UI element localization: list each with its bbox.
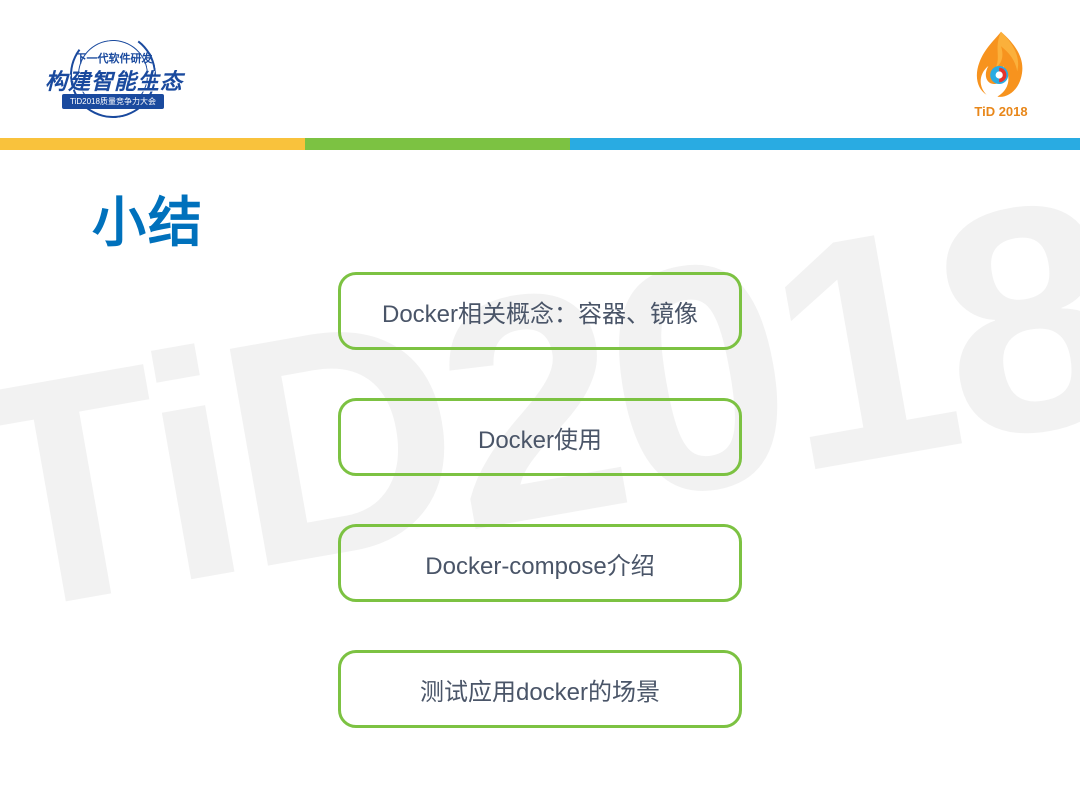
summary-item: Docker使用 — [338, 398, 742, 476]
divider-seg-blue — [570, 138, 1080, 150]
divider-seg-yellow — [0, 138, 305, 150]
flame-icon — [973, 30, 1029, 102]
summary-item: Docker-compose介绍 — [338, 524, 742, 602]
event-logo-left: 下一代软件研发 构建智能生态 TiD2018质量竞争力大会 — [34, 32, 194, 120]
divider-seg-green — [305, 138, 570, 150]
slide-header: 下一代软件研发 构建智能生态 TiD2018质量竞争力大会 TiD 2018 — [0, 0, 1080, 140]
summary-item: 测试应用docker的场景 — [338, 650, 742, 728]
header-divider — [0, 138, 1080, 150]
summary-list: Docker相关概念：容器、镜像 Docker使用 Docker-compose… — [338, 272, 742, 728]
event-logo-right: TiD 2018 — [964, 30, 1038, 119]
logo-tag: TiD2018质量竞争力大会 — [62, 94, 164, 109]
logo-maintext: 构建智能生态 — [34, 64, 194, 96]
slide-title: 小结 — [92, 178, 204, 257]
logo-right-label: TiD 2018 — [964, 104, 1038, 119]
summary-item: Docker相关概念：容器、镜像 — [338, 272, 742, 350]
